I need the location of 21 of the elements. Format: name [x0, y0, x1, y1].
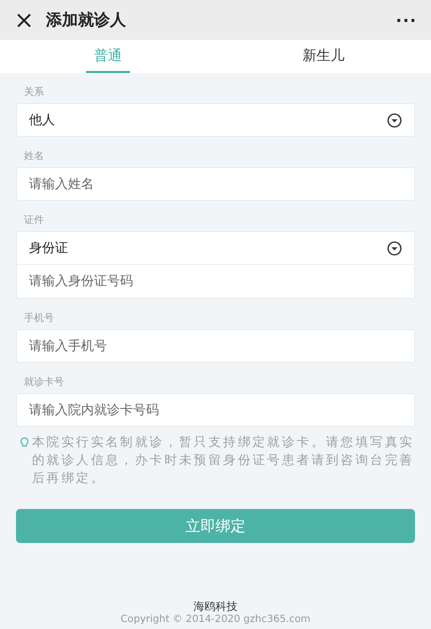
company-name: 海鸥科技 [192, 599, 238, 614]
bulb-icon [20, 437, 29, 448]
close-button[interactable]: × [14, 8, 34, 32]
field-label: 证件 [23, 214, 45, 228]
notice-text: 本院实行实名制就诊，暂只支持绑定就诊卡。请您填写真实的就诊人信息，办卡时未预留身份证号患者请到咨询台完善后再绑定。 [32, 433, 415, 487]
more-button[interactable]: ··· [396, 10, 417, 30]
input-field[interactable]: 请输入院内就诊卡号码 [16, 393, 415, 427]
tab[interactable]: 新生儿 [294, 40, 352, 73]
field-label: 关系 [23, 86, 45, 100]
dropdown-icon [387, 112, 402, 128]
input-field[interactable]: 请输入手机号 [16, 329, 415, 363]
select-field[interactable]: 身份证 [16, 231, 415, 265]
field-label: 就诊卡号 [23, 376, 65, 390]
field-label: 手机号 [23, 312, 55, 326]
dropdown-icon [387, 240, 402, 256]
copyright-text: Copyright © 2014-2020 gzhc365.com [120, 614, 312, 625]
select-field[interactable]: 他人 [16, 103, 415, 137]
field-label: 姓名 [23, 150, 45, 164]
page-title: 添加就诊人 [46, 10, 128, 30]
input-field[interactable]: 请输入姓名 [16, 167, 415, 201]
input-field[interactable]: 请输入身份证号码 [16, 265, 415, 299]
